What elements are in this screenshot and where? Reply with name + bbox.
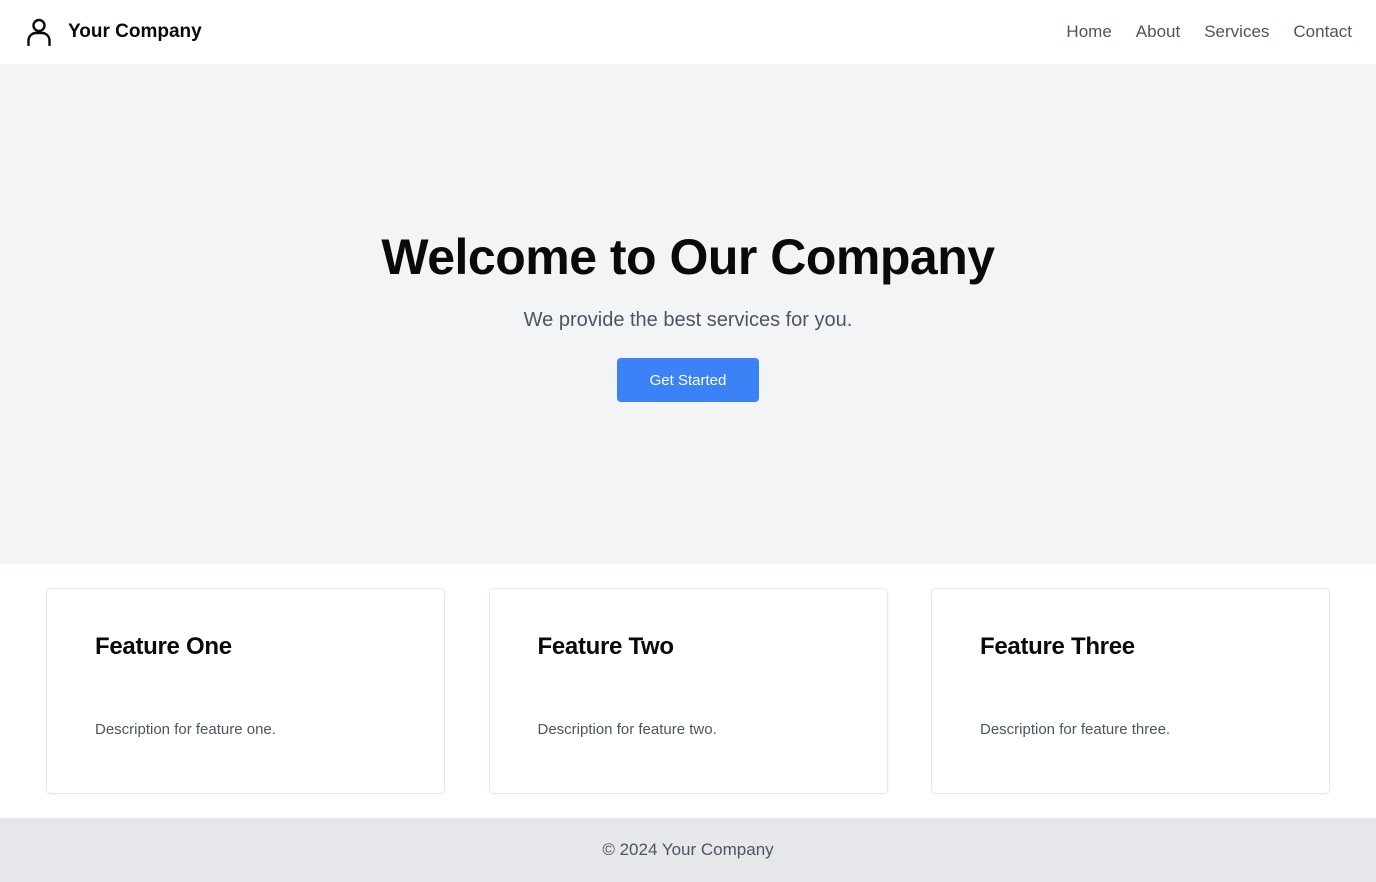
feature-card-two: Feature Two Description for feature two. [488, 588, 888, 794]
main-nav: Home About Services Contact [1066, 22, 1352, 42]
hero-title: Welcome to Our Company [381, 229, 995, 285]
feature-card-three: Feature Three Description for feature th… [931, 588, 1330, 794]
feature-title: Feature One [95, 633, 232, 660]
brand-name: Your Company [68, 21, 202, 42]
feature-card-one: Feature One Description for feature one. [46, 588, 445, 794]
copyright-text: © 2024 Your Company [602, 840, 774, 859]
get-started-button[interactable]: Get Started [617, 358, 759, 402]
nav-services-link[interactable]: Services [1204, 22, 1269, 42]
feature-description: Description for feature two. [537, 721, 717, 738]
user-icon [24, 17, 54, 47]
feature-description: Description for feature three. [980, 721, 1171, 738]
features-section: Feature One Description for feature one.… [0, 564, 1376, 818]
nav-about-link[interactable]: About [1136, 22, 1180, 42]
page: Your Company Home About Services Contact… [0, 0, 1376, 882]
feature-title: Feature Three [980, 633, 1135, 660]
feature-description: Description for feature one. [95, 721, 276, 738]
nav-home-link[interactable]: Home [1066, 22, 1111, 42]
nav-contact-link[interactable]: Contact [1293, 22, 1352, 42]
brand[interactable]: Your Company [24, 17, 202, 47]
feature-title: Feature Two [537, 633, 675, 660]
site-header: Your Company Home About Services Contact [0, 0, 1376, 64]
site-footer: © 2024 Your Company [0, 818, 1376, 882]
hero-section: Welcome to Our Company We provide the be… [0, 64, 1376, 564]
hero-subtitle: We provide the best services for you. [523, 309, 853, 331]
